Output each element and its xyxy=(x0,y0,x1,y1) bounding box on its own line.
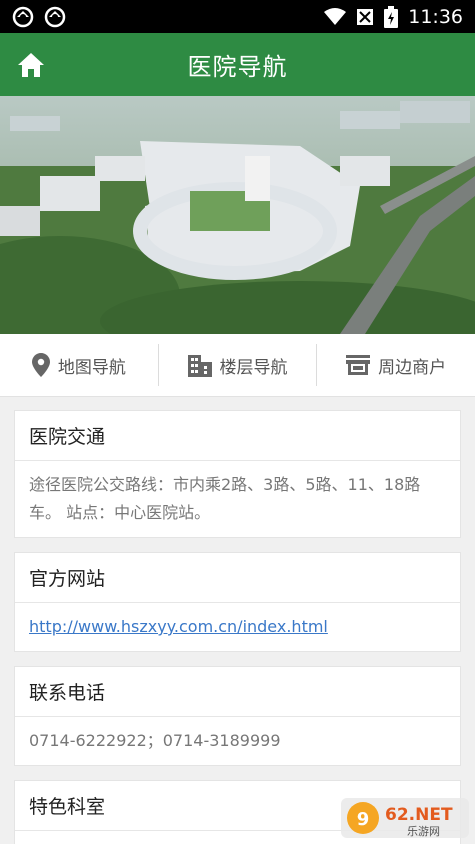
phone-card: 联系电话 0714-6222922；0714-3189999 xyxy=(14,666,461,766)
floor-nav-button[interactable]: 楼层导航 xyxy=(159,345,317,385)
nearby-shops-label: 周边商户 xyxy=(378,357,447,378)
svg-text:9: 9 xyxy=(357,809,370,830)
wifi-icon xyxy=(324,7,347,25)
building-icon xyxy=(187,355,212,377)
hospital-hero-image xyxy=(0,96,475,334)
home-icon xyxy=(18,52,44,77)
status-right: 11:36 xyxy=(324,5,463,28)
app-bar: 医院导航 xyxy=(0,33,475,96)
sync-icon xyxy=(12,6,34,27)
battery-icon xyxy=(384,5,399,28)
watermark-logo: 9 62.NET 乐游网 xyxy=(341,796,469,842)
traffic-title: 医院交通 xyxy=(15,411,460,461)
status-bar: 11:36 xyxy=(0,0,475,33)
map-nav-label: 地图导航 xyxy=(57,357,126,378)
phone-title: 联系电话 xyxy=(15,667,460,717)
traffic-body: 途径医院公交路线：市内乘2路、3路、5路、11、18路车。 站点：中心医院站。 xyxy=(29,475,421,522)
status-time: 11:36 xyxy=(408,5,463,28)
status-left xyxy=(12,6,66,28)
phone-body[interactable]: 0714-6222922；0714-3189999 xyxy=(15,717,460,765)
no-signal-icon xyxy=(357,8,374,25)
website-link[interactable]: http://www.hszxyy.com.cn/index.html xyxy=(29,617,328,636)
map-nav-button[interactable]: 地图导航 xyxy=(0,345,158,385)
nearby-shops-button[interactable]: 周边商户 xyxy=(317,345,475,385)
svg-text:62.NET: 62.NET xyxy=(385,805,453,825)
traffic-card: 医院交通 途径医院公交路线：市内乘2路、3路、5路、11、18路车。 站点：中心… xyxy=(14,410,461,538)
floor-nav-label: 楼层导航 xyxy=(219,357,288,378)
location-pin-icon xyxy=(31,353,50,377)
svg-text:乐游网: 乐游网 xyxy=(407,825,440,838)
website-card: 官方网站 http://www.hszxyy.com.cn/index.html xyxy=(14,552,461,652)
nav-row: 地图导航 楼层导航 周边商户 xyxy=(0,334,475,397)
sync-icon-2 xyxy=(44,6,66,27)
website-title: 官方网站 xyxy=(15,553,460,603)
page-title: 医院导航 xyxy=(187,53,288,81)
store-icon xyxy=(346,355,371,375)
home-button[interactable] xyxy=(16,50,46,80)
